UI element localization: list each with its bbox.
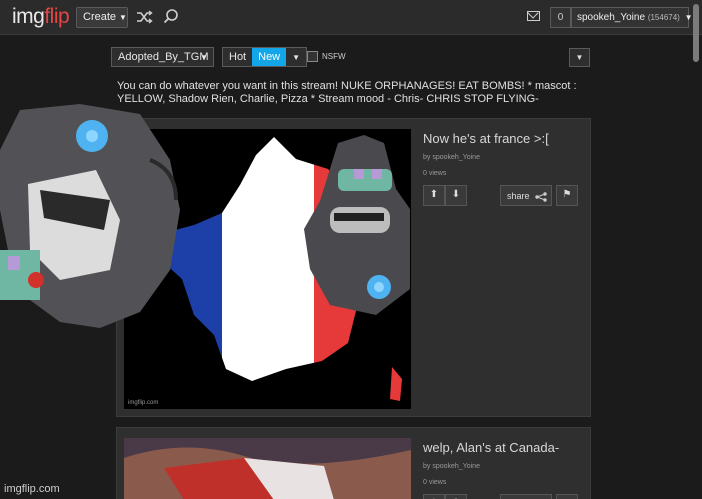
create-button[interactable]: Create ▼: [76, 7, 128, 28]
nsfw-label: NSFW: [322, 52, 346, 61]
sort-new-button[interactable]: New: [252, 48, 287, 66]
logo-accent-text: flip: [44, 5, 70, 28]
notification-count[interactable]: 0: [550, 7, 571, 28]
post-views: 0 views: [423, 170, 447, 177]
share-label: share: [507, 191, 530, 201]
sort-hot-button[interactable]: Hot: [223, 48, 253, 66]
post-image[interactable]: [124, 438, 411, 499]
stream-select[interactable]: Adopted_By_TGM ▼: [111, 47, 214, 67]
top-nav: imgflip Create ▼ 0 spookeh_Yoine (154674)…: [0, 0, 702, 35]
mail-icon[interactable]: [527, 11, 540, 21]
sort-toggle: Hot New ▼: [222, 47, 308, 67]
upvote-icon[interactable]: ⬆: [423, 494, 445, 499]
user-points: (154674): [647, 13, 680, 22]
logo-text: img: [12, 5, 45, 28]
share-button[interactable]: share: [500, 185, 552, 206]
share-button[interactable]: [500, 494, 552, 499]
create-label: Create: [83, 11, 117, 23]
downvote-icon[interactable]: ⬇: [445, 185, 467, 206]
caret-down-icon: ▼: [119, 13, 127, 22]
flag-icon[interactable]: [556, 494, 578, 499]
post-title[interactable]: welp, Alan's at Canada-: [423, 440, 559, 455]
share-icon: [535, 191, 547, 202]
post-views: 0 views: [423, 479, 447, 486]
imgflip-logo[interactable]: imgflip: [12, 5, 70, 29]
post-card: welp, Alan's at Canada- by spookeh_Yoine…: [116, 427, 591, 499]
character-sticker-image: [0, 104, 180, 328]
page-watermark: imgflip.com: [4, 483, 60, 495]
image-watermark: imgflip.com: [128, 400, 159, 406]
post-author[interactable]: by spookeh_Yoine: [423, 154, 480, 161]
sort-dropdown-button[interactable]: ▼: [286, 48, 307, 66]
downvote-icon[interactable]: ⬇: [445, 494, 467, 499]
stream-options-button[interactable]: ▼: [569, 48, 590, 67]
page-scrollbar[interactable]: [693, 4, 699, 62]
shuffle-icon[interactable]: [135, 8, 153, 26]
caret-down-icon: ▼: [684, 13, 693, 22]
search-icon[interactable]: [162, 8, 180, 26]
user-menu-button[interactable]: spookeh_Yoine (154674) ▼: [571, 7, 693, 28]
upvote-icon[interactable]: ⬆: [423, 185, 445, 206]
username: spookeh_Yoine: [577, 12, 646, 23]
nsfw-checkbox[interactable]: [307, 51, 318, 62]
post-author[interactable]: by spookeh_Yoine: [423, 463, 480, 470]
post-title[interactable]: Now he's at france >:[: [423, 131, 549, 146]
canada-sky-image: [124, 438, 411, 499]
flag-icon[interactable]: ⚑: [556, 185, 578, 206]
stream-select-value: Adopted_By_TGM: [118, 51, 209, 63]
caret-down-icon: ▼: [200, 53, 208, 62]
